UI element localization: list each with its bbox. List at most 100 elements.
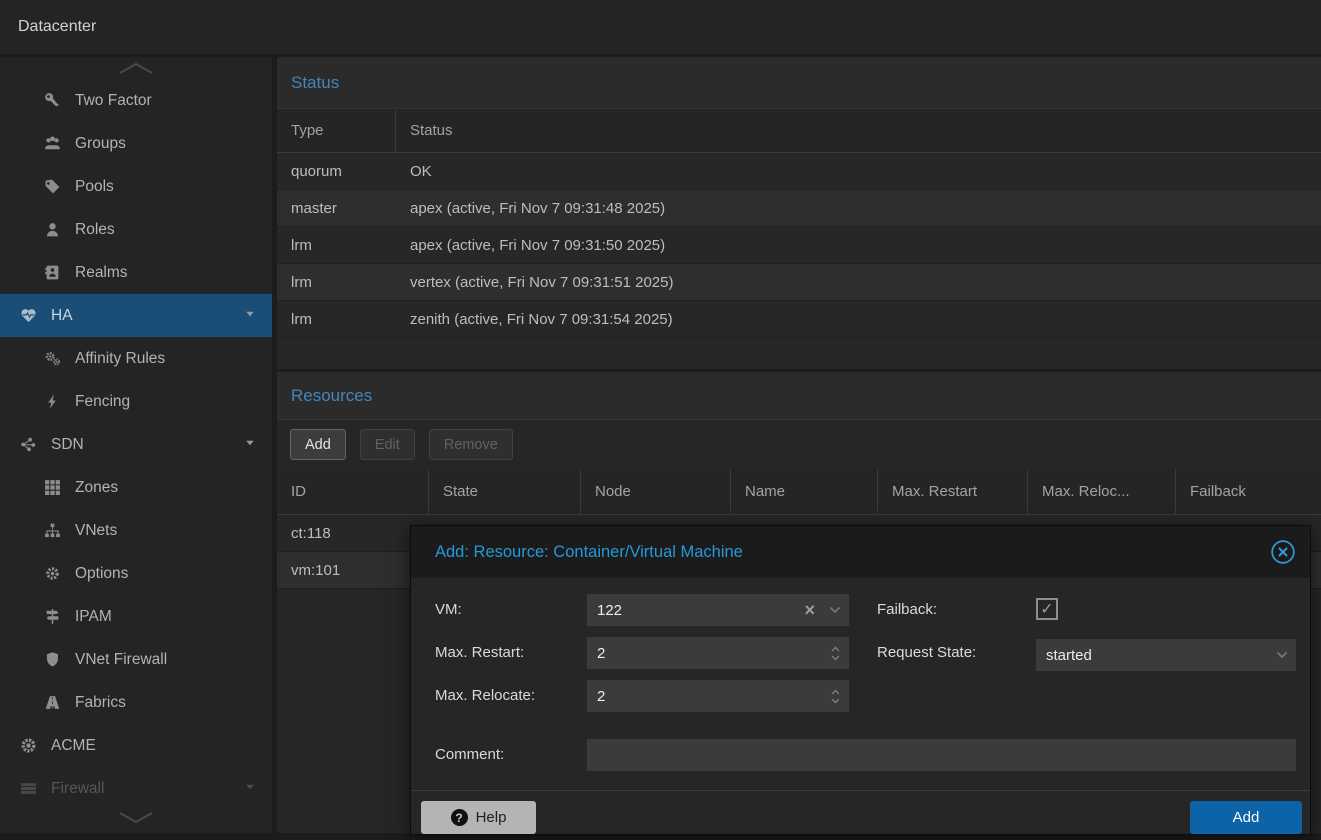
chevron-down-icon[interactable] [1276,649,1288,661]
scroll-up-icon[interactable] [0,57,272,79]
status-row-quorum-0[interactable]: quorumOK [277,153,1321,190]
sidebar-item-roles[interactable]: Roles [0,208,272,251]
status-table-header: TypeStatus [277,109,1321,153]
vm-combo[interactable]: 122 × [587,594,849,626]
sidebar-item-ha[interactable]: HA [0,294,272,337]
shield-icon [44,651,66,668]
help-button-label: Help [476,809,507,826]
sidebar-item-label: Affinity Rules [75,350,165,368]
request-state-select[interactable]: started [1036,639,1296,671]
chevron-down-icon[interactable] [244,436,256,454]
vm-value: 122 [597,602,804,619]
scroll-down-icon[interactable] [0,807,272,829]
resources-column-id[interactable]: ID [277,469,429,514]
sidebar-item-ipam[interactable]: IPAM [0,595,272,638]
sidebar-item-label: Fencing [75,393,130,411]
request-state-value: started [1046,647,1276,664]
certificate-icon [20,737,42,754]
sitemap-icon [44,522,66,539]
vm-label: VM: [435,594,462,626]
sidebar-item-vnet-firewall[interactable]: VNet Firewall [0,638,272,681]
sidebar-item-fencing[interactable]: Fencing [0,380,272,423]
sidebar-item-vnets[interactable]: VNets [0,509,272,552]
sidebar-item-label: VNets [75,522,117,540]
status-column-status[interactable]: Status [396,109,1321,152]
status-cell: vertex (active, Fri Nov 7 09:31:51 2025) [396,264,1321,300]
resources-table-header: IDStateNodeNameMax. RestartMax. Reloc...… [277,469,1321,515]
sidebar-menu: Two Factor Groups Pools Roles RealmsHA Affini… [0,79,272,810]
resources-column-node[interactable]: Node [581,469,731,514]
sidebar-item-label: Roles [75,221,115,239]
resources-column-state[interactable]: State [429,469,581,514]
gears-icon [44,350,66,367]
share-nodes-icon [20,436,42,453]
status-cell: apex (active, Fri Nov 7 09:31:48 2025) [396,190,1321,226]
sidebar-item-label: Fabrics [75,694,126,712]
gear-icon [44,565,66,582]
resources-column-name[interactable]: Name [731,469,878,514]
sidebar-item-pools[interactable]: Pools [0,165,272,208]
status-cell: zenith (active, Fri Nov 7 09:31:54 2025) [396,301,1321,337]
resources-column-max-restart[interactable]: Max. Restart [878,469,1028,514]
signpost-icon [44,608,66,625]
status-row-lrm-4[interactable]: lrmzenith (active, Fri Nov 7 09:31:54 20… [277,301,1321,338]
sidebar-item-acme[interactable]: ACME [0,724,272,767]
resources-column-max-reloc[interactable]: Max. Reloc... [1028,469,1176,514]
clear-icon[interactable]: × [804,601,815,619]
chevron-down-icon[interactable] [244,307,256,325]
sidebar-item-label: Options [75,565,128,583]
resources-toolbar: AddEditRemove [277,420,1321,469]
resources-column-failback[interactable]: Failback [1176,469,1321,514]
footer-divider [411,790,1310,791]
dialog-title: Add: Resource: Container/Virtual Machine [435,543,743,562]
heartbeat-icon [20,307,42,324]
dialog-add-button[interactable]: Add [1190,801,1302,834]
max-restart-value: 2 [597,645,830,662]
status-column-type[interactable]: Type [277,109,396,152]
chevron-down-icon[interactable] [829,604,841,616]
status-row-master-1[interactable]: masterapex (active, Fri Nov 7 09:31:48 2… [277,190,1321,227]
sidebar-item-fabrics[interactable]: Fabrics [0,681,272,724]
sidebar-item-affinity-rules[interactable]: Affinity Rules [0,337,272,380]
sidebar-item-options[interactable]: Options [0,552,272,595]
tag-icon [44,178,66,195]
status-cell: master [277,190,396,226]
max-restart-field[interactable]: 2 [587,637,849,669]
sidebar-item-label: Two Factor [75,92,152,110]
sidebar-item-realms[interactable]: Realms [0,251,272,294]
sidebar-item-firewall[interactable]: Firewall [0,767,272,810]
remove-button: Remove [429,429,513,460]
comment-label: Comment: [435,739,504,771]
failback-checkbox[interactable]: ✓ [1036,598,1058,620]
road-icon [44,694,66,711]
sidebar-item-label: Pools [75,178,114,196]
sidebar-item-two-factor[interactable]: Two Factor [0,79,272,122]
address-book-icon [44,264,66,281]
sidebar-item-sdn[interactable]: SDN [0,423,272,466]
sidebar-item-zones[interactable]: Zones [0,466,272,509]
status-row-lrm-3[interactable]: lrmvertex (active, Fri Nov 7 09:31:51 20… [277,264,1321,301]
resources-panel-title: Resources [291,386,372,406]
sidebar-item-groups[interactable]: Groups [0,122,272,165]
max-relocate-field[interactable]: 2 [587,680,849,712]
sidebar-item-label: Zones [75,479,118,497]
dialog-header: Add: Resource: Container/Virtual Machine [411,526,1310,578]
close-icon[interactable] [1270,539,1296,565]
help-button[interactable]: ? Help [421,801,536,834]
chevron-down-icon[interactable] [244,780,256,798]
status-row-lrm-2[interactable]: lrmapex (active, Fri Nov 7 09:31:50 2025… [277,227,1321,264]
sidebar-item-label: Groups [75,135,126,153]
user-icon [44,221,66,238]
bolt-icon [44,393,66,410]
resources-cell: ct:118 [277,515,429,551]
add-button[interactable]: Add [290,429,346,460]
checkmark-icon: ✓ [1040,599,1053,619]
spinner-icons[interactable] [830,646,841,661]
dialog-add-label: Add [1233,809,1260,826]
comment-input[interactable] [587,739,1296,771]
grid-icon [44,479,66,496]
resources-cell: vm:101 [277,552,429,588]
spinner-icons[interactable] [830,689,841,704]
status-table-body: quorumOKmasterapex (active, Fri Nov 7 09… [277,153,1321,338]
status-cell: lrm [277,227,396,263]
